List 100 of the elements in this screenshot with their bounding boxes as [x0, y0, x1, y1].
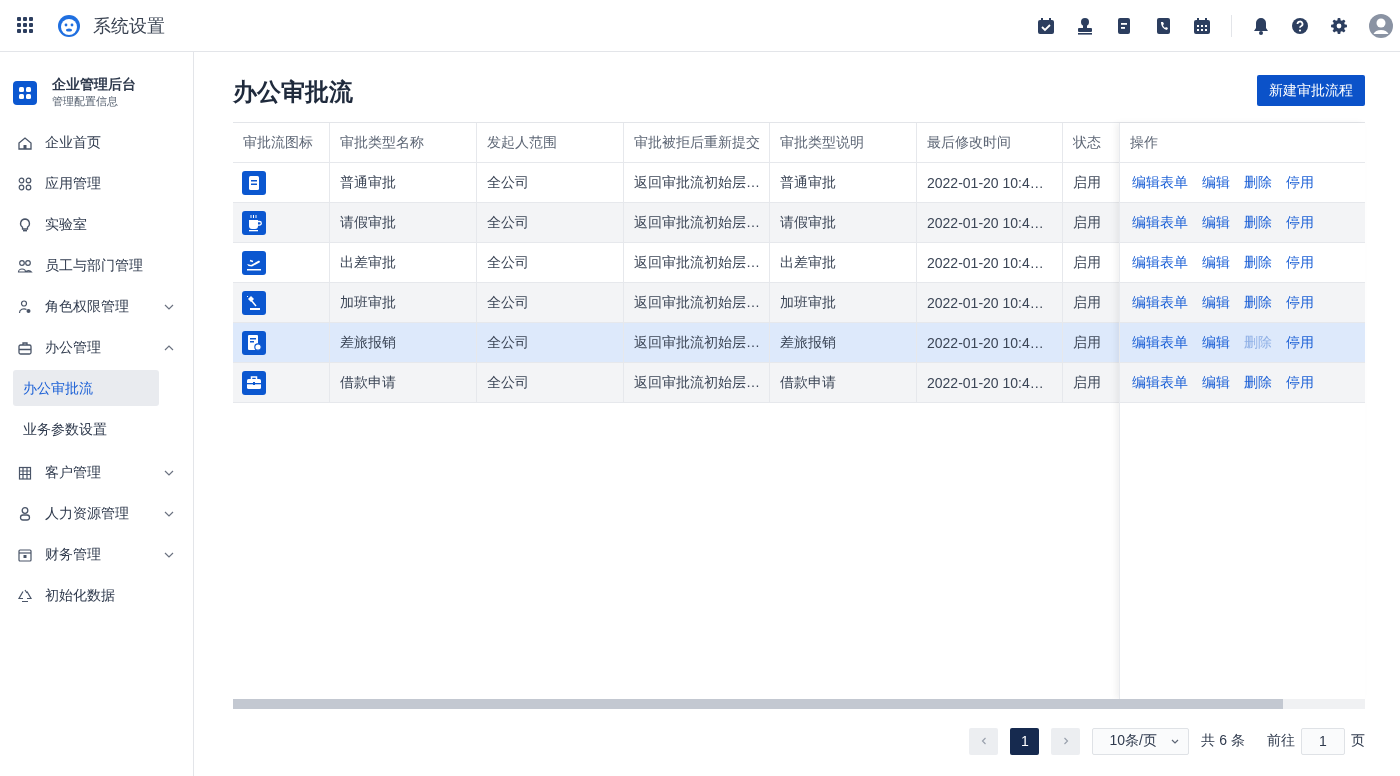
table-cell: 2022-01-20 10:4…	[927, 254, 1044, 271]
nav-item[interactable]: 员工与部门管理	[13, 245, 173, 286]
nav-item[interactable]: 企业首页	[13, 122, 173, 163]
table-cell: 2022-01-20 10:4…	[927, 334, 1044, 351]
action-link[interactable]: 删除	[1244, 253, 1272, 272]
table-cell: 2022-01-20 10:4…	[927, 174, 1044, 191]
column-header: 审批类型说明	[770, 123, 917, 162]
stamp-icon[interactable]	[1075, 15, 1095, 36]
action-link[interactable]: 编辑表单	[1132, 333, 1188, 352]
action-link[interactable]: 编辑	[1202, 333, 1230, 352]
action-link[interactable]: 编辑表单	[1132, 253, 1188, 272]
action-link[interactable]: 编辑表单	[1132, 213, 1188, 232]
table-cell: 2022-01-20 10:4…	[927, 374, 1044, 391]
table-cell: 请假审批	[780, 213, 836, 232]
action-link[interactable]: 编辑	[1202, 373, 1230, 392]
table-cell: 全公司	[487, 293, 529, 312]
table-cell: 全公司	[487, 173, 529, 192]
bell-icon[interactable]	[1251, 15, 1271, 36]
action-link[interactable]: 编辑表单	[1132, 293, 1188, 312]
receipt-icon	[242, 330, 266, 355]
table-cell: 普通审批	[340, 173, 396, 192]
avatar-icon[interactable]	[1368, 12, 1394, 39]
settings-icon[interactable]	[1329, 15, 1349, 36]
toolbox-icon	[242, 370, 266, 395]
cash-box-icon	[17, 546, 33, 563]
column-header: 审批类型名称	[330, 123, 477, 162]
action-link[interactable]: 停用	[1286, 293, 1314, 312]
nav-subitem[interactable]: 业务参数设置	[13, 411, 159, 447]
action-link[interactable]: 编辑	[1202, 253, 1230, 272]
action-link[interactable]: 停用	[1286, 333, 1314, 352]
table-cell: 普通审批	[780, 173, 836, 192]
column-header: 审批流图标	[233, 123, 330, 162]
nav-item[interactable]: 人力资源管理	[13, 493, 173, 534]
table-cell: 返回审批流初始层…	[634, 213, 760, 232]
person-key-icon	[17, 298, 33, 315]
table-cell: 返回审批流初始层…	[634, 173, 760, 192]
table-cell: 出差审批	[780, 253, 836, 272]
table-cell: 返回审批流初始层…	[634, 333, 760, 352]
action-link[interactable]: 删除	[1244, 293, 1272, 312]
nav-subitem[interactable]: 办公审批流	[13, 370, 159, 406]
action-link[interactable]: 停用	[1286, 253, 1314, 272]
table-cell: 返回审批流初始层…	[634, 373, 760, 392]
action-link[interactable]: 编辑	[1202, 213, 1230, 232]
nav-item[interactable]: 客户管理	[13, 452, 173, 493]
column-header: 审批被拒后重新提交	[624, 123, 770, 162]
table-cell: 出差审批	[340, 253, 396, 272]
logo-icon[interactable]	[57, 13, 81, 38]
action-link[interactable]: 编辑表单	[1132, 373, 1188, 392]
action-link[interactable]: 编辑表单	[1132, 173, 1188, 192]
table-cell: 返回审批流初始层…	[634, 253, 760, 272]
table-cell: 差旅报销	[780, 333, 836, 352]
goto-page-input[interactable]: 1	[1301, 727, 1345, 755]
table-cell: 启用	[1073, 373, 1101, 392]
action-link[interactable]: 编辑	[1202, 173, 1230, 192]
table-cell: 借款申请	[780, 373, 836, 392]
table-cell: 请假审批	[340, 213, 396, 232]
calendar-check-icon[interactable]	[1036, 15, 1056, 36]
table-cell: 加班审批	[780, 293, 836, 312]
lamp-icon	[242, 290, 266, 315]
table-cell: 启用	[1073, 333, 1101, 352]
calendar-icon[interactable]	[1192, 15, 1212, 36]
table-cell: 返回审批流初始层…	[634, 293, 760, 312]
cup-icon	[242, 210, 266, 235]
apps-grid-icon[interactable]	[17, 16, 35, 35]
table-cell: 启用	[1073, 173, 1101, 192]
action-link[interactable]: 停用	[1286, 213, 1314, 232]
action-link[interactable]: 停用	[1286, 373, 1314, 392]
action-link[interactable]: 停用	[1286, 173, 1314, 192]
people-icon	[17, 257, 33, 274]
column-header: 操作	[1129, 132, 1159, 152]
goto-label: 前往	[1267, 732, 1295, 750]
table-cell: 启用	[1073, 293, 1101, 312]
column-header: 状态	[1063, 123, 1119, 162]
nav-item[interactable]: 应用管理	[13, 163, 173, 204]
table-cell: 启用	[1073, 213, 1101, 232]
lightbulb-icon	[17, 216, 33, 233]
app-title: 系统设置	[93, 14, 165, 38]
help-icon[interactable]	[1290, 15, 1310, 36]
action-link[interactable]: 编辑	[1202, 293, 1230, 312]
nav-item[interactable]: 财务管理	[13, 534, 173, 575]
column-header: 最后修改时间	[917, 123, 1063, 162]
document-icon	[242, 170, 266, 195]
action-link[interactable]: 删除	[1244, 213, 1272, 232]
building-icon	[17, 464, 33, 481]
page-size-select[interactable]: 10条/页	[1092, 727, 1190, 755]
sidebar-title: 企业管理后台	[52, 76, 136, 94]
action-link[interactable]: 删除	[1244, 373, 1272, 392]
total-count: 共 6 条	[1201, 732, 1245, 750]
table-cell: 全公司	[487, 333, 529, 352]
page-button[interactable]: 1	[1010, 727, 1040, 755]
nav-item[interactable]: 办公管理	[13, 327, 173, 368]
page-title: 办公审批流	[233, 77, 353, 107]
action-link[interactable]: 删除	[1244, 173, 1272, 192]
grid-icon	[17, 175, 33, 192]
table-cell: 加班审批	[340, 293, 396, 312]
nav-item[interactable]: 角色权限管理	[13, 286, 173, 327]
scrollbar-thumb[interactable]	[233, 699, 1283, 709]
new-approval-flow-button[interactable]: 新建审批流程	[1257, 75, 1365, 106]
nav-item[interactable]: 实验室	[13, 204, 173, 245]
nav-item[interactable]: 初始化数据	[13, 575, 173, 616]
